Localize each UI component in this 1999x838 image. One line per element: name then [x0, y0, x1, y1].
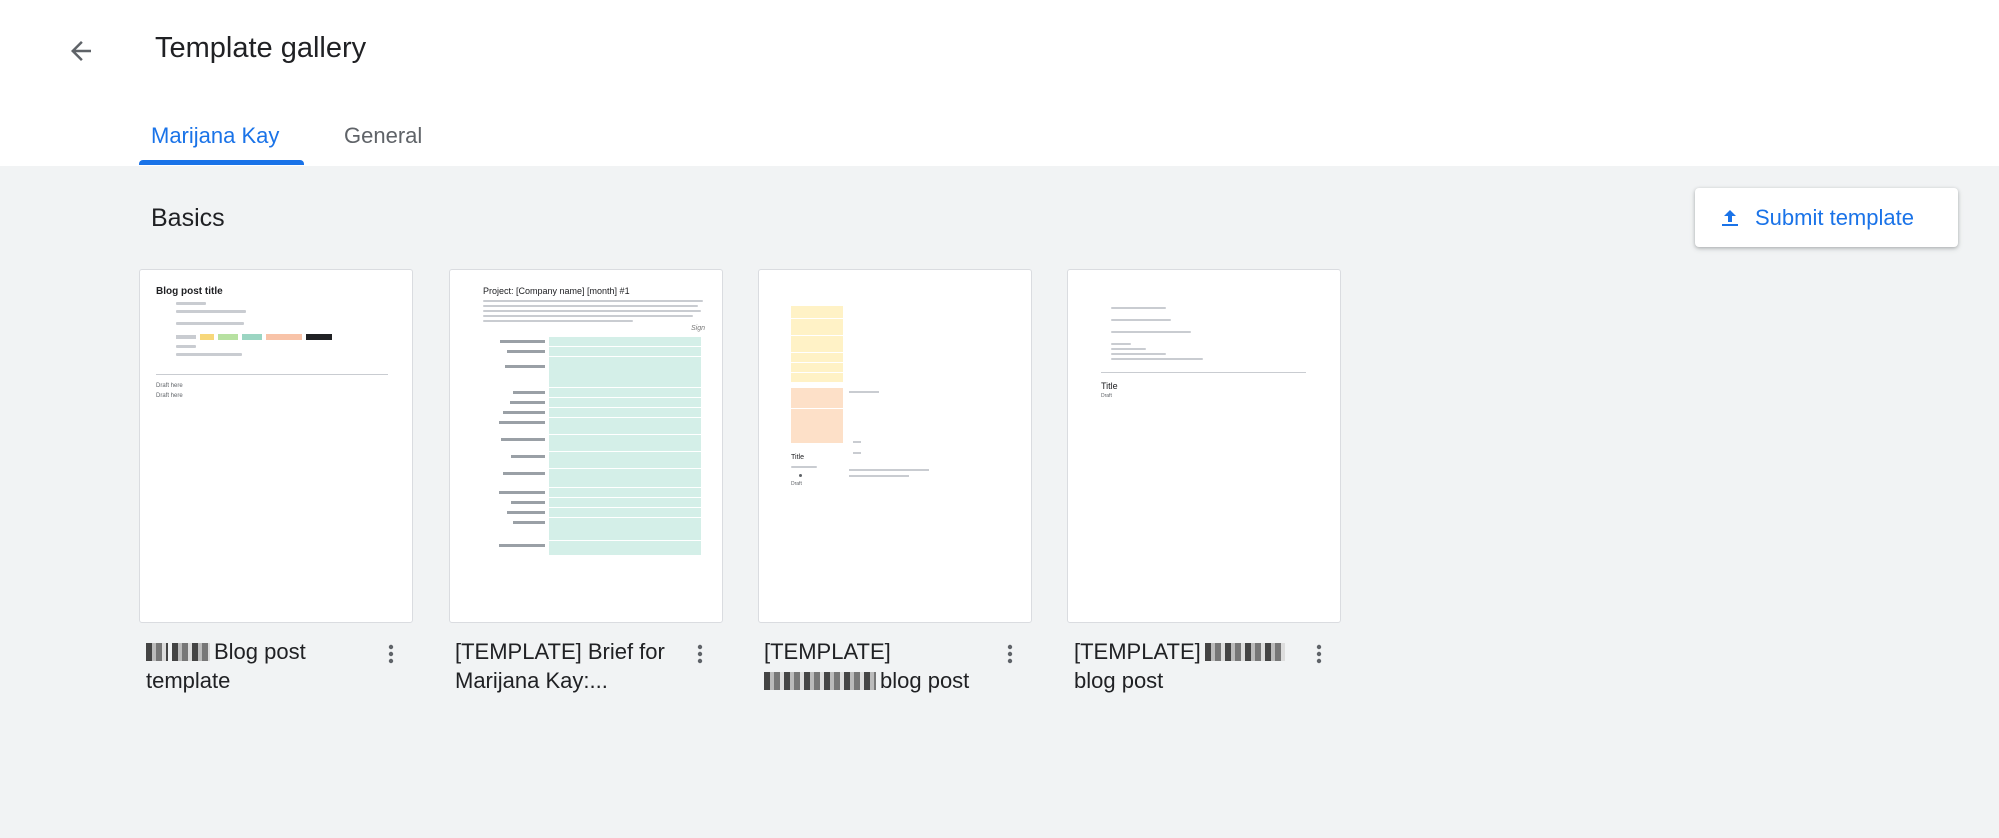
more-options-button[interactable] [373, 636, 409, 672]
template-thumbnail: Project: [Company name] [month] #1 Sign [483, 286, 705, 556]
section-title: Basics [151, 204, 225, 232]
redacted-text [146, 643, 168, 661]
redacted-text [1204, 643, 1285, 661]
submit-template-button[interactable]: Submit template [1695, 188, 1958, 247]
back-button[interactable] [56, 26, 106, 76]
template-name: [TEMPLATE] blog post [1074, 637, 1294, 695]
redacted-text [172, 643, 210, 661]
template-card-brief[interactable]: Project: [Company name] [month] #1 Sign [449, 269, 723, 623]
thumbnail-title: Project: [Company name] [month] #1 [483, 286, 630, 296]
thumbnail-draft-text: Draft [1101, 393, 1112, 399]
more-options-button[interactable] [1301, 636, 1337, 672]
more-vert-icon [1316, 644, 1322, 664]
active-tab-indicator [139, 160, 304, 165]
thumbnail-draft-text: Draft [791, 481, 802, 487]
thumbnail-title: Title [791, 454, 804, 461]
thumbnail-title: Blog post title [156, 286, 223, 297]
more-vert-icon [697, 644, 703, 664]
header-bar: Template gallery Marijana Kay General [0, 0, 1999, 166]
arrow-back-icon [71, 41, 91, 61]
template-thumbnail: Title Draft [791, 305, 1011, 487]
tab-marijana-kay[interactable]: Marijana Kay [151, 122, 279, 150]
upload-icon [1717, 205, 1743, 231]
template-card-blog-post-3[interactable]: Title Draft [1067, 269, 1341, 623]
template-thumbnail: Blog post title Draft here Draft here [156, 286, 396, 399]
submit-template-label: Submit template [1755, 204, 1914, 230]
template-name: [TEMPLATE] Brief for Marijana Kay:... [455, 639, 665, 693]
template-thumbnail: Title Draft [1101, 302, 1316, 399]
template-card-blog-post-2[interactable]: Title Draft [758, 269, 1032, 623]
thumbnail-draft-text: Draft here [156, 393, 183, 399]
template-card-blog-post[interactable]: Blog post title Draft here Draft here [139, 269, 413, 623]
more-options-button[interactable] [682, 636, 718, 672]
thumbnail-draft-text: Draft here [156, 383, 183, 389]
thumbnail-signature: Sign [690, 325, 705, 332]
more-vert-icon [1007, 644, 1013, 664]
thumbnail-title: Title [1101, 381, 1118, 391]
template-name: [TEMPLATE] blog post [764, 639, 970, 693]
template-name: Blog post template [146, 639, 306, 693]
more-vert-icon [388, 644, 394, 664]
more-options-button[interactable] [992, 636, 1028, 672]
page-title: Template gallery [155, 32, 367, 64]
tab-general[interactable]: General [344, 122, 422, 150]
redacted-text [764, 672, 876, 690]
